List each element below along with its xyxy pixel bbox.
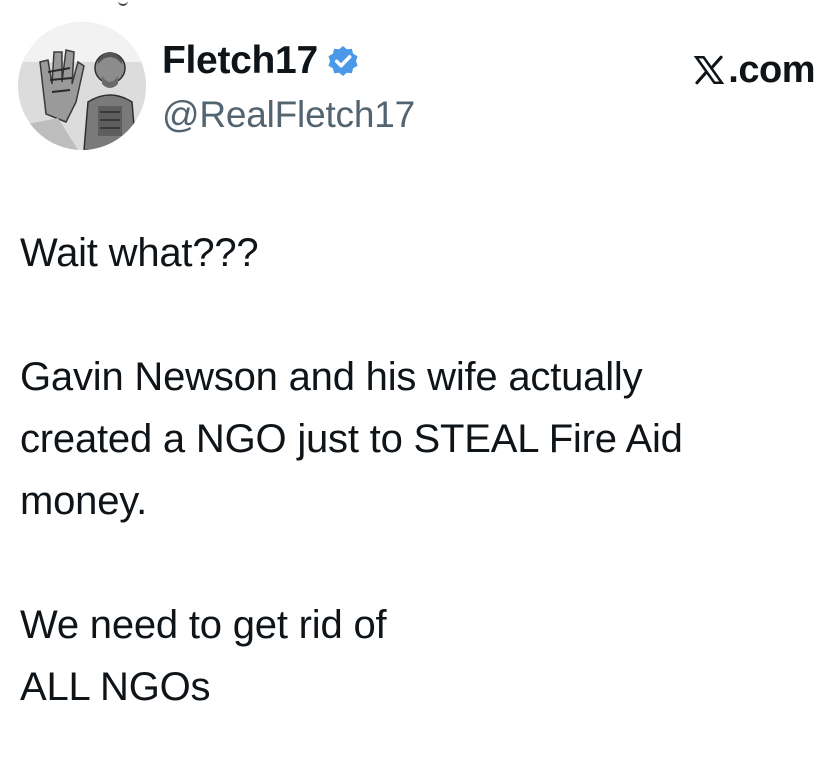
verified-badge-icon [328,45,358,77]
name-row: Fletch17 [162,38,415,84]
author-handle[interactable]: @RealFletch17 [162,94,415,136]
post-text-line: Gavin Newson and his wife actually [20,355,643,399]
post-body: Wait what??? Gavin Newson and his wife a… [20,222,820,718]
avatar[interactable] [18,22,146,150]
brand-mark: .com [692,48,815,92]
post-header: Fletch17 @RealFletch17 .com [0,0,837,170]
brand-text: .com [728,48,815,91]
post-text-line: Wait what??? [20,231,259,275]
post-text-line: ALL NGOs [20,665,211,709]
avatar-image [18,22,146,150]
post-text-line: created a NGO just to STEAL Fire Aid [20,417,683,461]
author-identity: Fletch17 @RealFletch17 [162,38,415,136]
post-text-line: We need to get rid of [20,603,387,647]
author-display-name[interactable]: Fletch17 [162,39,318,83]
post-text-line: money. [20,479,148,523]
x-logo-icon [694,55,725,85]
